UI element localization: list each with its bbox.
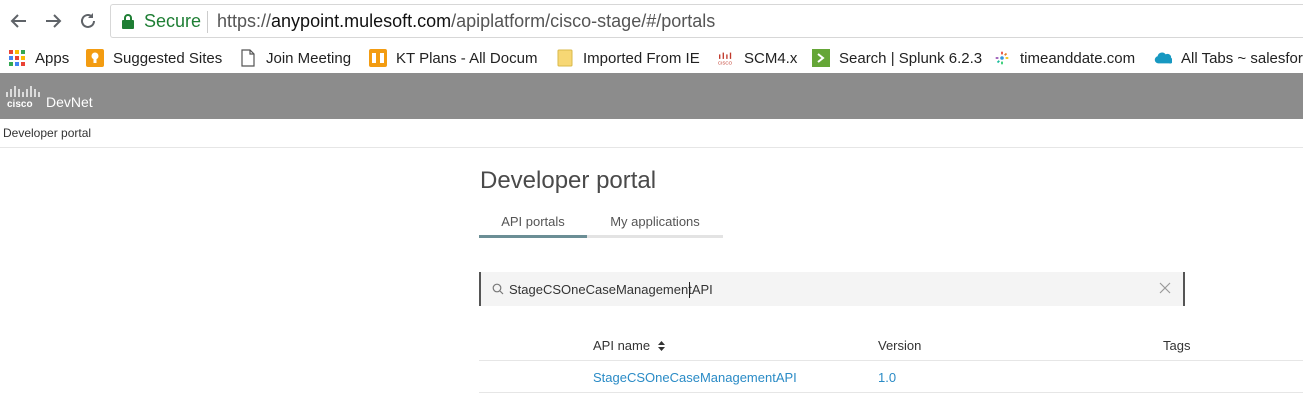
breadcrumb-bar xyxy=(0,119,1303,148)
url-host: anypoint.mulesoft.com xyxy=(271,11,452,31)
bookmark-apps[interactable]: Apps xyxy=(8,46,69,70)
column-header-version: Version xyxy=(878,338,922,353)
sort-icon[interactable] xyxy=(657,339,665,354)
column-header-api-name[interactable]: API name xyxy=(593,338,665,354)
office-docs-icon xyxy=(369,49,387,67)
bookmark-join-meeting[interactable]: Join Meeting xyxy=(239,46,351,70)
cisco-logo[interactable]: cisco xyxy=(5,86,45,113)
bookmark-imported-from-ie[interactable]: Imported From IE xyxy=(556,46,700,70)
bookmark-suggested-sites[interactable]: Suggested Sites xyxy=(86,46,222,70)
text-cursor xyxy=(689,282,690,298)
bookmark-label: Imported From IE xyxy=(583,49,700,67)
api-table-header: API name Version Tags xyxy=(479,330,1303,361)
bookmark-timeanddate[interactable]: timeanddate.com xyxy=(993,46,1135,70)
tab-my-applications[interactable]: My applications xyxy=(587,212,723,238)
column-header-tags: Tags xyxy=(1163,338,1191,353)
suggested-sites-icon xyxy=(86,49,104,67)
salesforce-cloud-icon xyxy=(1154,49,1172,67)
secure-label: Secure xyxy=(144,11,202,31)
timeanddate-icon xyxy=(993,49,1011,67)
bookmark-label: SCM4.x xyxy=(744,49,798,67)
api-version-link[interactable]: 1.0 xyxy=(878,370,896,385)
apps-grid-icon xyxy=(8,49,26,67)
tab-api-portals[interactable]: API portals xyxy=(479,212,587,238)
bookmark-salesforce[interactable]: All Tabs ~ salesfor xyxy=(1154,46,1303,70)
bookmarks-bar: Apps Suggested Sites Join Meeting KT Pla… xyxy=(0,42,1303,73)
bookmark-label: Join Meeting xyxy=(266,49,352,67)
bookmark-label: All Tabs ~ salesfor xyxy=(1181,49,1303,67)
cisco-logo-text: cisco xyxy=(7,99,33,108)
back-arrow-icon xyxy=(10,14,26,28)
forward-button[interactable] xyxy=(40,8,66,34)
url-text[interactable]: https://anypoint.mulesoft.com/apiplatfor… xyxy=(217,11,715,32)
reload-button[interactable] xyxy=(75,8,101,34)
forward-arrow-icon xyxy=(46,14,62,28)
url-scheme: https:// xyxy=(217,11,272,31)
address-bar[interactable]: Secure https://anypoint.mulesoft.com/api… xyxy=(110,4,1303,38)
page-icon xyxy=(239,49,257,67)
cisco-icon: CISCO xyxy=(717,49,735,67)
svg-text:CISCO: CISCO xyxy=(718,60,733,65)
bookmark-kt-plans[interactable]: KT Plans - All Docume xyxy=(369,46,538,70)
bookmark-label: KT Plans - All Docume xyxy=(396,49,538,67)
folder-icon xyxy=(556,49,574,67)
bookmark-scm4x[interactable]: CISCO SCM4.x xyxy=(717,46,797,70)
browser-toolbar: Secure https://anypoint.mulesoft.com/api… xyxy=(0,0,1303,42)
bookmark-label: Search | Splunk 6.2.3 xyxy=(839,49,983,67)
url-path: /apiplatform/cisco-stage/#/portals xyxy=(451,11,716,31)
bookmark-label: timeanddate.com xyxy=(1020,49,1136,67)
bookmark-label: Suggested Sites xyxy=(113,49,223,67)
table-row: StageCSOneCaseManagementAPI 1.0 xyxy=(479,361,1303,393)
reload-icon xyxy=(81,13,95,28)
clear-search-icon[interactable] xyxy=(1159,281,1171,299)
devnet-header xyxy=(0,73,1303,119)
back-button[interactable] xyxy=(6,8,32,34)
api-name-link[interactable]: StageCSOneCaseManagementAPI xyxy=(593,370,797,385)
search-icon xyxy=(492,282,504,300)
address-separator xyxy=(207,11,208,33)
devnet-brand[interactable]: DevNet xyxy=(46,94,93,110)
api-search-input[interactable] xyxy=(509,280,1149,298)
bookmark-label: Apps xyxy=(35,49,70,67)
bookmark-splunk[interactable]: Search | Splunk 6.2.3 xyxy=(812,46,982,70)
column-header-label: API name xyxy=(593,338,651,353)
page-title: Developer portal xyxy=(480,167,657,194)
lock-icon[interactable] xyxy=(121,13,135,34)
portal-tabs: API portals My applications xyxy=(479,212,723,238)
api-search-box xyxy=(479,272,1185,306)
breadcrumb[interactable]: Developer portal xyxy=(3,126,91,140)
splunk-icon xyxy=(812,49,830,67)
